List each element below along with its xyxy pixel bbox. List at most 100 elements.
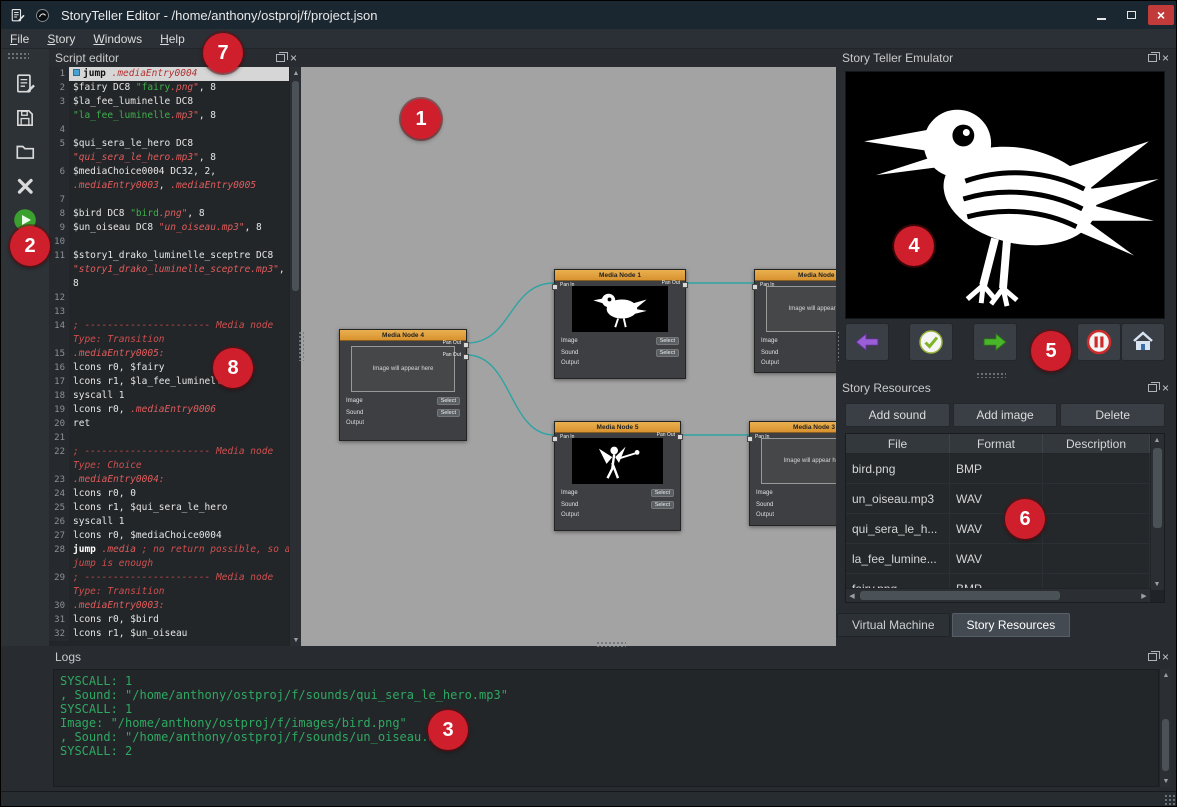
select-button[interactable]: Select (656, 337, 679, 345)
column-header-file[interactable]: File (846, 434, 950, 453)
maximize-button[interactable] (1118, 5, 1144, 25)
code-line[interactable]: 17lcons r1, $la_fee_luminelle (49, 375, 289, 389)
graph-node-title[interactable]: Media Node 3 (750, 422, 836, 433)
output-port[interactable] (682, 282, 688, 288)
scroll-up-arrow[interactable]: ▲ (1160, 669, 1172, 681)
ok-button[interactable] (909, 323, 953, 361)
code-line[interactable]: 24lcons r0, 0 (49, 487, 289, 501)
select-button[interactable]: Select (437, 409, 460, 417)
code-line[interactable]: Type: Choice (49, 459, 289, 473)
table-row[interactable]: la_fee_lumine...WAV (846, 544, 1150, 574)
code-line[interactable]: 4 (49, 123, 289, 137)
code-editor[interactable]: 1jump .mediaEntry00042$fairy DC8 "fairy.… (49, 67, 289, 646)
resize-grip[interactable] (1164, 794, 1175, 805)
input-port[interactable] (552, 436, 558, 442)
code-line[interactable]: 19lcons r0, .mediaEntry0006 (49, 403, 289, 417)
code-line[interactable]: "qui_sera_le_hero.mp3", 8 (49, 151, 289, 165)
float-panel-icon[interactable] (276, 54, 285, 62)
add-sound-button[interactable]: Add sound (845, 403, 950, 427)
output-port[interactable] (463, 354, 469, 360)
splitter-grip[interactable] (298, 331, 304, 361)
code-line[interactable]: 10 (49, 235, 289, 249)
close-project-button[interactable] (8, 171, 42, 201)
previous-button[interactable] (845, 323, 889, 361)
code-line[interactable]: 30.mediaEntry0003: (49, 599, 289, 613)
scroll-handle[interactable] (1162, 719, 1169, 771)
code-line[interactable]: 26syscall 1 (49, 515, 289, 529)
code-line[interactable]: 5$qui_sera_le_hero DC8 (49, 137, 289, 151)
code-line[interactable]: 15.mediaEntry0005: (49, 347, 289, 361)
title-bar[interactable]: StoryTeller Editor - /home/anthony/ostpr… (1, 1, 1177, 29)
tab-virtual-machine[interactable]: Virtual Machine (837, 613, 950, 637)
code-line[interactable]: 28jump .media ; no return possible, so a (49, 543, 289, 557)
graph-node[interactable]: Media Node 3Image will appear hereImageS… (749, 421, 836, 526)
code-line[interactable]: 9$un_oiseau DC8 "un_oiseau.mp3", 8 (49, 221, 289, 235)
code-line[interactable]: "la_fee_luminelle.mp3", 8 (49, 109, 289, 123)
code-line[interactable]: .mediaEntry0003, .mediaEntry0005 (49, 179, 289, 193)
select-button[interactable]: Select (651, 501, 674, 509)
delete-button[interactable]: Delete (1060, 403, 1165, 427)
code-line[interactable]: 23.mediaEntry0004: (49, 473, 289, 487)
close-panel-icon[interactable]: × (1162, 383, 1169, 393)
next-button[interactable] (973, 323, 1017, 361)
code-line[interactable]: 20ret (49, 417, 289, 431)
code-line[interactable]: "story1_drako_luminelle_sceptre.mp3", (49, 263, 289, 277)
code-line[interactable]: 31lcons r0, $bird (49, 613, 289, 627)
home-button[interactable] (1121, 323, 1165, 361)
logs-scrollbar[interactable]: ▲ ▼ (1159, 669, 1171, 787)
table-horizontal-scrollbar[interactable]: ◀ ▶ (846, 588, 1150, 602)
toolbar-grip[interactable] (7, 52, 29, 59)
new-script-button[interactable] (8, 69, 42, 99)
code-line[interactable]: 32lcons r1, $un_oiseau (49, 627, 289, 641)
code-line[interactable]: 11$story1_drako_luminelle_sceptre DC8 (49, 249, 289, 263)
code-line[interactable]: 21 (49, 431, 289, 445)
float-panel-icon[interactable] (1148, 384, 1157, 392)
input-port[interactable] (752, 284, 758, 290)
graph-node-title[interactable]: Media Node 2 (755, 270, 836, 281)
minimize-button[interactable] (1088, 5, 1114, 25)
graph-node[interactable]: Media Node 4Image will appear hereImageS… (339, 329, 467, 441)
code-line[interactable]: 12 (49, 291, 289, 305)
resources-table-body[interactable]: bird.pngBMPun_oiseau.mp3WAVqui_sera_le_h… (846, 454, 1150, 590)
code-line[interactable]: 1jump .mediaEntry0004 (49, 67, 289, 81)
code-line[interactable]: 6$mediaChoice0004 DC32, 2, (49, 165, 289, 179)
pause-button[interactable] (1077, 323, 1121, 361)
tab-story-resources[interactable]: Story Resources (952, 613, 1071, 637)
code-line[interactable]: 29; ---------------------- Media node (49, 571, 289, 585)
code-line[interactable]: 7 (49, 193, 289, 207)
close-panel-icon[interactable]: × (1162, 652, 1169, 662)
close-panel-icon[interactable]: × (290, 53, 297, 63)
code-line[interactable]: 3$la_fee_luminelle DC8 (49, 95, 289, 109)
scroll-down-arrow[interactable]: ▼ (1151, 578, 1163, 590)
menu-file[interactable]: File (1, 30, 38, 48)
column-header-format[interactable]: Format (950, 434, 1043, 453)
select-button[interactable]: Select (437, 397, 460, 405)
scroll-up-arrow[interactable]: ▲ (1151, 434, 1163, 446)
table-vertical-scrollbar[interactable]: ▲ ▼ (1150, 434, 1164, 590)
code-line[interactable]: 25lcons r1, $qui_sera_le_hero (49, 501, 289, 515)
input-port[interactable] (552, 284, 558, 290)
code-line[interactable]: 8$bird DC8 "bird.png", 8 (49, 207, 289, 221)
menu-help[interactable]: Help (151, 30, 194, 48)
code-line[interactable]: 14; ---------------------- Media node (49, 319, 289, 333)
output-port[interactable] (463, 342, 469, 348)
code-line[interactable]: 2$fairy DC8 "fairy.png", 8 (49, 81, 289, 95)
code-line[interactable]: 13 (49, 305, 289, 319)
scroll-down-arrow[interactable]: ▼ (1160, 775, 1172, 787)
splitter-grip[interactable] (596, 641, 626, 647)
save-button[interactable] (8, 103, 42, 133)
output-port[interactable] (677, 434, 683, 440)
open-button[interactable] (8, 137, 42, 167)
graph-node[interactable]: Media Node 1ImageSelectSoundSelectOutput… (554, 269, 686, 379)
code-line[interactable]: 16lcons r0, $fairy (49, 361, 289, 375)
close-button[interactable]: × (1148, 5, 1174, 25)
menu-windows[interactable]: Windows (84, 30, 151, 48)
code-line[interactable]: 8 (49, 277, 289, 291)
menu-bar[interactable]: FileStoryWindowsHelp (1, 29, 1177, 49)
node-canvas[interactable]: Media Node 4Image will appear hereImageS… (301, 67, 836, 646)
graph-node[interactable]: Media Node 5ImageSelectSoundSelectOutput… (554, 421, 681, 531)
scroll-handle[interactable] (1153, 448, 1162, 528)
table-row[interactable]: bird.pngBMP (846, 454, 1150, 484)
select-button[interactable]: Select (656, 349, 679, 357)
input-port[interactable] (747, 436, 753, 442)
